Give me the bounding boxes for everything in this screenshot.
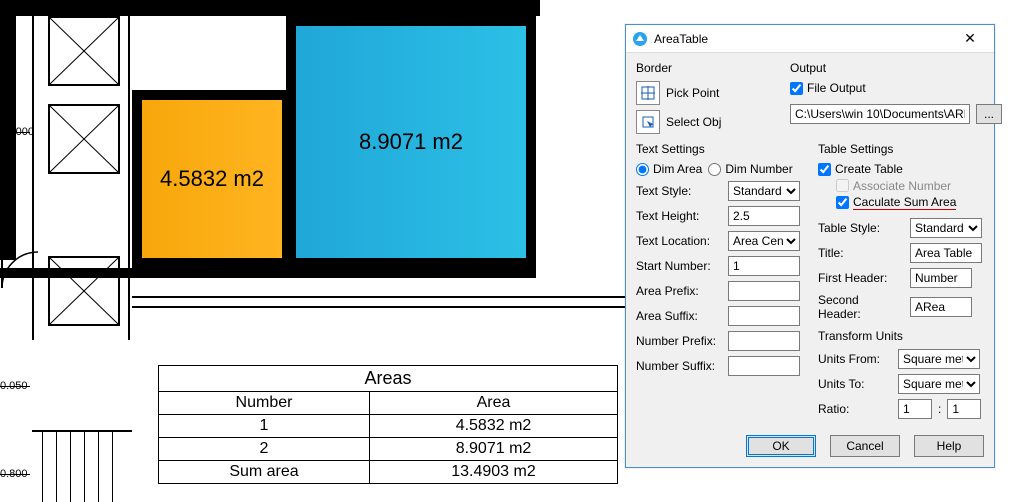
table-settings-group: Table Settings [818, 142, 984, 156]
units-from-select[interactable]: Square mete [898, 349, 980, 369]
thin-line [132, 296, 648, 298]
ratio-sep: : [938, 402, 941, 416]
text-settings-group: Text Settings [636, 142, 804, 156]
create-table-checkbox[interactable]: Create Table [818, 162, 903, 176]
wall [0, 268, 536, 278]
table-style-select[interactable]: Standard [910, 218, 982, 238]
table-style-label: Table Style: [818, 221, 904, 235]
areas-col-number: Number [159, 392, 370, 415]
shaft [48, 104, 120, 174]
cross-icon [50, 106, 118, 172]
ratio-b-field[interactable] [947, 399, 981, 419]
crosshair-icon [641, 86, 655, 100]
number-suffix-label: Number Suffix: [636, 359, 722, 373]
table-row: 1 4.5832 m2 [159, 415, 618, 438]
select-obj-button[interactable] [636, 110, 660, 134]
first-header-field[interactable] [910, 268, 972, 288]
areas-col-area: Area [370, 392, 618, 415]
dialog-title: AreaTable [654, 32, 708, 46]
shaft [48, 16, 120, 86]
wall [0, 0, 540, 16]
shaft [48, 256, 120, 326]
text-height-field[interactable] [728, 206, 800, 226]
door-arc [0, 240, 40, 290]
calc-sum-checkbox[interactable]: Caculate Sum Area [836, 195, 956, 210]
cross-icon [50, 18, 118, 84]
close-button[interactable]: ✕ [952, 28, 988, 50]
transform-group: Transform Units [818, 329, 984, 343]
title-label: Title: [818, 246, 904, 260]
room-area-label: 4.5832 m2 [160, 166, 264, 192]
pick-point-button[interactable] [636, 81, 660, 105]
text-style-label: Text Style: [636, 184, 722, 198]
browse-button[interactable]: ... [976, 104, 1002, 124]
file-output-checkbox[interactable]: File Output [790, 81, 866, 95]
output-path-field[interactable] [790, 104, 970, 124]
select-icon [641, 115, 655, 129]
dialog-titlebar[interactable]: AreaTable ✕ [626, 25, 994, 53]
units-to-label: Units To: [818, 377, 892, 391]
cancel-button[interactable]: Cancel [830, 435, 900, 457]
second-header-label: Second Header: [818, 293, 904, 321]
select-obj-label: Select Obj [666, 115, 721, 129]
second-header-field[interactable] [910, 297, 972, 317]
output-group: Output [790, 61, 1002, 75]
help-button[interactable]: Help [914, 435, 984, 457]
text-location-select[interactable]: Area Centr [728, 231, 800, 251]
start-number-field[interactable] [728, 256, 800, 276]
room-blue: 8.9071 m2 [286, 16, 536, 268]
units-from-label: Units From: [818, 352, 892, 366]
associate-number-checkbox[interactable]: Associate Number [836, 179, 951, 193]
areatable-dialog: AreaTable ✕ Border Pick Point [625, 24, 995, 468]
first-header-label: First Header: [818, 271, 904, 285]
text-location-label: Text Location: [636, 234, 722, 248]
table-row: 2 8.9071 m2 [159, 438, 618, 461]
border-group: Border [636, 61, 776, 75]
area-suffix-field[interactable] [728, 306, 800, 326]
number-prefix-label: Number Prefix: [636, 334, 722, 348]
room-orange: 4.5832 m2 [132, 90, 292, 268]
areas-table: Areas Number Area 1 4.5832 m2 2 8.9071 m… [158, 365, 618, 484]
areas-table-title: Areas [159, 366, 618, 392]
area-prefix-field[interactable] [728, 281, 800, 301]
ok-button[interactable]: OK [746, 435, 816, 457]
table-row-sum: Sum area 13.4903 m2 [159, 461, 618, 484]
pick-point-label: Pick Point [666, 86, 719, 100]
title-field[interactable] [910, 243, 982, 263]
stairs [32, 430, 132, 500]
area-prefix-label: Area Prefix: [636, 284, 722, 298]
canvas: 4.5832 m2 8.9071 m2 +0.000 0.050 0.800 [0, 0, 1024, 501]
ratio-label: Ratio: [818, 402, 892, 416]
area-suffix-label: Area Suffix: [636, 309, 722, 323]
units-to-select[interactable]: Square mete [898, 374, 980, 394]
text-height-label: Text Height: [636, 209, 722, 223]
dim-area-radio[interactable]: Dim Area [636, 162, 702, 176]
text-style-select[interactable]: Standard [728, 181, 800, 201]
dim-number-radio[interactable]: Dim Number [708, 162, 792, 176]
start-number-label: Start Number: [636, 259, 722, 273]
thin-line [132, 306, 648, 308]
number-suffix-field[interactable] [728, 356, 800, 376]
wall-line [128, 0, 130, 340]
room-area-label: 8.9071 m2 [359, 129, 463, 155]
app-logo-icon [632, 31, 648, 47]
ratio-a-field[interactable] [898, 399, 932, 419]
number-prefix-field[interactable] [728, 331, 800, 351]
